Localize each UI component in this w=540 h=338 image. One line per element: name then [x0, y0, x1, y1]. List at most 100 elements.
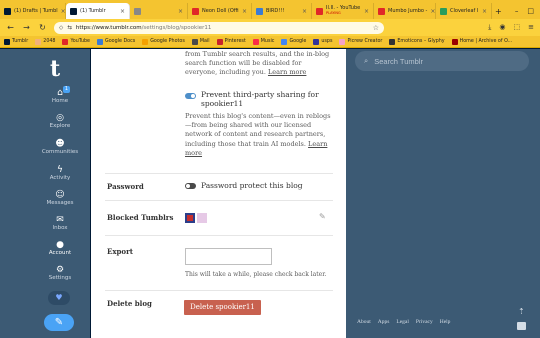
heart-icon[interactable]: ♥ [48, 291, 70, 305]
nav-item-home[interactable]: ⌂ 1 Home [30, 86, 90, 104]
minimize-icon[interactable]: – [515, 7, 519, 15]
tumblr-page: t ⌂ 1 Home ◎ Explore ☻ Communities ϟ Act… [0, 49, 540, 338]
bookmark-label: Google [289, 39, 307, 44]
reload-icon[interactable]: ↻ [38, 23, 47, 32]
tab-title: Mumbo Jumbo - [388, 8, 428, 14]
nav-label: Messages [46, 200, 74, 206]
chat-icon[interactable] [517, 322, 526, 330]
search-visibility-description: from Tumblr search results, and the in-b… [185, 50, 335, 78]
bookmark-label: Tumblr [12, 39, 29, 44]
footer-link-about[interactable]: About [357, 319, 371, 325]
bookmark-label: Picrew Creator [347, 39, 383, 44]
address-bar[interactable]: ◇ ⇆ https://www.tumblr.com/settings/blog… [54, 21, 384, 34]
nav-label: Inbox [52, 225, 68, 231]
third-party-sharing-toggle[interactable] [185, 93, 196, 99]
youtube-favicon-icon [378, 7, 385, 15]
bookmark-star-icon[interactable]: ☆ [373, 24, 379, 32]
bookmark-item[interactable]: Google Docs [97, 38, 135, 45]
notification-badge: 1 [63, 86, 70, 93]
divider [105, 200, 333, 201]
download-icon[interactable]: ⤓ [488, 23, 491, 32]
bookmark-label: Emoticons – Glyphy [397, 39, 445, 44]
bookmark-item[interactable]: Home | Archive of O... [451, 38, 512, 45]
ao3-favicon-icon [451, 38, 458, 45]
image-favicon-icon [256, 7, 263, 15]
browser-tab[interactable]: Il.Il. - YouTube PLAYING × [312, 3, 374, 19]
envelope-icon: ✉ [56, 215, 64, 225]
playing-badge: PLAYING [326, 11, 341, 15]
bookmark-item[interactable]: Tumblr [4, 38, 29, 45]
nav-item-activity[interactable]: ϟ Activity [30, 165, 90, 181]
pencil-edit-icon[interactable]: ✎ [319, 212, 326, 221]
footer-link-apps[interactable]: Apps [378, 319, 390, 325]
bookmark-item[interactable]: Music [252, 38, 274, 45]
divider [105, 290, 333, 291]
browser-tab-strip: (1) Drafts | Tumbl × (1) Tumblr × × Neon… [0, 0, 540, 19]
scroll-to-top-icon[interactable]: ⇡ [518, 307, 525, 316]
blocked-blog-avatar[interactable] [197, 213, 207, 223]
footer-link-help[interactable]: Help [440, 319, 451, 325]
google-photos-favicon-icon [142, 38, 149, 45]
tumblr-logo[interactable]: t [50, 58, 60, 80]
browser-tab[interactable]: Mumbo Jumbo - × [374, 3, 436, 19]
delete-blog-row-label: Delete blog [107, 299, 152, 308]
nav-item-settings[interactable]: ⚙ Settings [30, 265, 90, 281]
close-icon[interactable]: × [120, 8, 125, 15]
bookmark-item[interactable]: Emoticons – Glyphy [389, 38, 445, 45]
bookmark-item[interactable]: 2048 [35, 38, 55, 45]
site-favicon-icon [134, 7, 141, 15]
nav-item-account[interactable]: ● Account [30, 240, 90, 256]
footer-link-privacy[interactable]: Privacy [416, 319, 433, 325]
export-input[interactable] [185, 248, 272, 265]
bookmark-item[interactable]: Google [281, 38, 307, 45]
nav-item-communities[interactable]: ☻ Communities [30, 139, 90, 155]
bookmark-item[interactable]: Google Photos [142, 38, 185, 45]
bookmark-item[interactable]: YouTube [62, 38, 90, 45]
pinterest-favicon-icon [216, 38, 223, 45]
site-info-icon[interactable]: ⇆ [67, 25, 72, 31]
search-icon: ⌕ [364, 56, 369, 65]
footer-link-legal[interactable]: Legal [396, 319, 409, 325]
new-tab-plus-icon[interactable]: + [492, 3, 505, 19]
delete-blog-button[interactable]: Delete spookier11 [184, 300, 261, 315]
nav-item-inbox[interactable]: ✉ Inbox [30, 215, 90, 231]
close-icon[interactable]: × [302, 8, 307, 15]
bookmark-item[interactable]: Mail [191, 38, 210, 45]
menu-icon[interactable]: ≡ [528, 23, 534, 32]
bookmark-item[interactable]: usps [313, 38, 332, 45]
blocked-blog-avatar[interactable] [185, 213, 195, 223]
browser-tab[interactable]: Cloverleaf I × [436, 3, 492, 19]
nav-item-explore[interactable]: ◎ Explore [30, 113, 90, 129]
divider [105, 235, 333, 236]
tab-title: Neon Doll (Offi [202, 8, 239, 14]
password-toggle[interactable] [185, 183, 196, 189]
close-icon[interactable]: × [364, 8, 369, 15]
browser-tab[interactable]: BIRD!!! × [252, 3, 312, 19]
browser-tab[interactable]: × [130, 3, 188, 19]
learn-more-link[interactable]: Learn more [268, 68, 306, 76]
window-controls: – □ [509, 3, 540, 19]
close-icon[interactable]: × [430, 8, 435, 15]
close-icon[interactable]: × [482, 8, 487, 15]
bookmark-item[interactable]: Pinterest [216, 38, 246, 45]
export-note: This will take a while, please check bac… [185, 271, 327, 278]
account-icon[interactable]: ◉ [499, 23, 505, 32]
close-icon[interactable]: × [178, 8, 183, 15]
google-docs-favicon-icon [97, 38, 103, 45]
forward-arrow-icon[interactable]: → [22, 23, 31, 32]
nav-item-messages[interactable]: ☺ Messages [30, 190, 90, 206]
close-icon[interactable]: × [61, 8, 65, 15]
bookmark-label: Mail [199, 39, 210, 44]
back-arrow-icon[interactable]: ← [6, 23, 15, 32]
search-input[interactable]: ⌕ Search Tumblr [355, 51, 529, 71]
browser-tab[interactable]: Neon Doll (Offi × [188, 3, 252, 19]
maximize-icon[interactable]: □ [527, 7, 534, 15]
browser-tab[interactable]: (1) Drafts | Tumbl × [0, 3, 66, 19]
bookmark-item[interactable]: Picrew Creator [339, 38, 383, 45]
close-icon[interactable]: × [242, 8, 247, 15]
extensions-icon[interactable]: ⬚ [514, 23, 521, 32]
compose-pencil-icon[interactable]: ✎ [44, 314, 74, 331]
browser-tab-active[interactable]: (1) Tumblr × [66, 3, 130, 19]
compass-icon: ◎ [56, 113, 64, 123]
toggle-knob [191, 94, 195, 98]
